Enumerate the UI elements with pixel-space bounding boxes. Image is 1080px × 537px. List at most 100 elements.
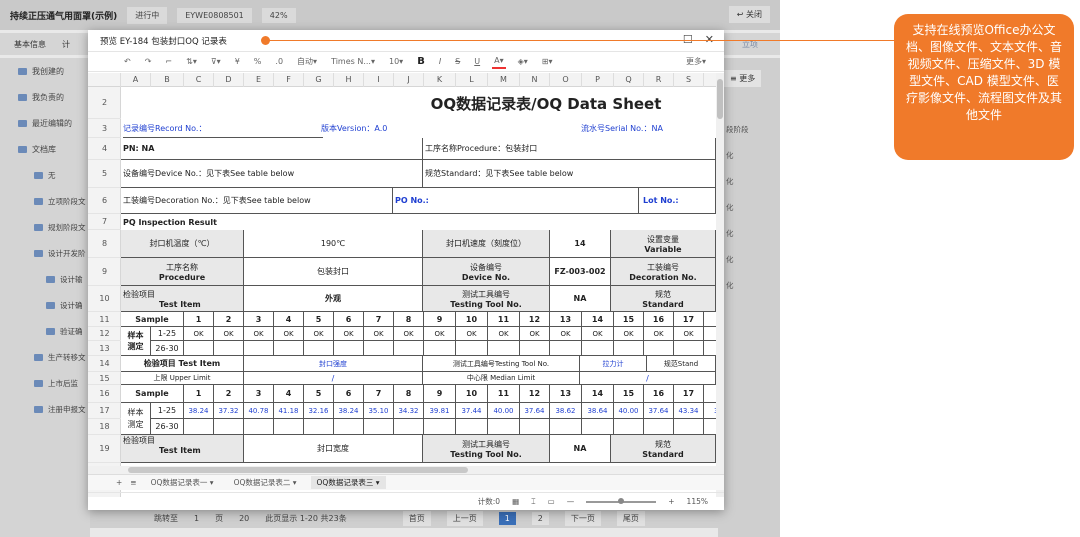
- width-tool-value[interactable]: NA: [550, 435, 611, 463]
- bg-sidebar-item[interactable]: 设计开发阶: [0, 240, 90, 266]
- r12-cell[interactable]: OK: [614, 327, 644, 341]
- percent-icon[interactable]: %: [252, 55, 264, 69]
- row-header[interactable]: 9: [88, 258, 121, 286]
- bg-tab-2[interactable]: 计: [62, 39, 70, 50]
- bg-first-page-button[interactable]: 首页: [402, 510, 431, 526]
- r13-cell[interactable]: [364, 341, 394, 356]
- column-header[interactable]: E: [244, 73, 274, 87]
- bg-next-page-button[interactable]: 下一页: [564, 510, 601, 526]
- r11-cell[interactable]: 2: [214, 312, 244, 327]
- bg-sidebar-item[interactable]: 设计确: [0, 292, 90, 318]
- r13-cell[interactable]: [704, 341, 716, 356]
- font-select[interactable]: Times N... ▾: [329, 55, 377, 69]
- row-header[interactable]: 10: [88, 286, 121, 312]
- italic-button[interactable]: I: [437, 55, 443, 69]
- r17-cell[interactable]: 37.64: [520, 403, 550, 419]
- row-header[interactable]: 18: [88, 419, 121, 435]
- r17-cell[interactable]: 34.32: [394, 403, 424, 419]
- procedure-value[interactable]: 包装封口: [244, 258, 423, 286]
- r18-cell[interactable]: [184, 419, 214, 435]
- r12-cell[interactable]: OK: [550, 327, 582, 341]
- lot-cell[interactable]: Lot No.:: [639, 188, 716, 214]
- r18-cell[interactable]: [550, 419, 582, 435]
- page-break-icon[interactable]: ⌶: [531, 497, 536, 507]
- bg-tab-info[interactable]: 基本信息: [14, 39, 46, 50]
- r18-cell[interactable]: [704, 419, 716, 435]
- bg-per-page-select[interactable]: 20: [239, 514, 249, 523]
- bg-page-1-button[interactable]: 1: [498, 511, 516, 525]
- r17-cell[interactable]: 38.62: [550, 403, 582, 419]
- sealer-speed-value[interactable]: 14: [550, 230, 611, 258]
- row-header[interactable]: 2: [88, 87, 121, 119]
- r17-cell[interactable]: 38.24: [184, 403, 214, 419]
- r17-cell[interactable]: 37.64: [644, 403, 674, 419]
- column-header[interactable]: D: [214, 73, 244, 87]
- r16-cell[interactable]: 15: [614, 385, 644, 403]
- bg-sidebar-item[interactable]: 立项阶段文: [0, 188, 90, 214]
- currency-icon[interactable]: ¥: [233, 55, 242, 69]
- bg-sidebar-item[interactable]: 注册申报文: [0, 396, 90, 422]
- strike-button[interactable]: S: [453, 55, 462, 69]
- vertical-scroll-thumb[interactable]: [717, 79, 723, 119]
- sheet-tab[interactable]: OQ数据记录表一 ▾: [145, 476, 220, 489]
- r12-cell[interactable]: OK: [274, 327, 304, 341]
- r13-cell[interactable]: [424, 341, 456, 356]
- r11-cell[interactable]: 14: [582, 312, 614, 327]
- r18-cell[interactable]: [614, 419, 644, 435]
- r16-cell[interactable]: 7: [364, 385, 394, 403]
- r18-cell[interactable]: [582, 419, 614, 435]
- redo-icon[interactable]: ↷: [143, 55, 154, 69]
- row-header[interactable]: 14: [88, 356, 121, 372]
- r12-cell[interactable]: OK: [184, 327, 214, 341]
- r16-cell[interactable]: 11: [488, 385, 520, 403]
- sheet-list-icon[interactable]: ≡: [130, 478, 136, 487]
- r16-cell[interactable]: 1: [184, 385, 214, 403]
- r17-cell[interactable]: 40.00: [614, 403, 644, 419]
- bg-page-2-button[interactable]: 2: [531, 511, 549, 525]
- r13-cell[interactable]: [214, 341, 244, 356]
- row-header[interactable]: 11: [88, 312, 121, 327]
- r16-cell[interactable]: 2: [214, 385, 244, 403]
- auto-format-select[interactable]: 自动 ▾: [295, 55, 319, 69]
- r18-cell[interactable]: [488, 419, 520, 435]
- column-header[interactable]: I: [364, 73, 394, 87]
- column-header[interactable]: C: [184, 73, 214, 87]
- r12-cell[interactable]: OK: [520, 327, 550, 341]
- bg-more-button[interactable]: ≡ 更多: [724, 70, 762, 87]
- seal-width[interactable]: 封口宽度: [244, 435, 423, 463]
- r18-cell[interactable]: [644, 419, 674, 435]
- r17-cell[interactable]: 32.16: [304, 403, 334, 419]
- seal-strength[interactable]: 封口强度: [244, 356, 423, 372]
- standard-cell[interactable]: 规范Standard：见下表See table below: [423, 160, 716, 188]
- column-header[interactable]: L: [456, 73, 488, 87]
- median-limit-value[interactable]: /: [580, 372, 716, 385]
- underline-button[interactable]: U: [472, 55, 482, 69]
- decimal-icon[interactable]: .0: [273, 55, 285, 69]
- r13-cell[interactable]: [550, 341, 582, 356]
- r16-cell[interactable]: 9: [424, 385, 456, 403]
- r13-cell[interactable]: [674, 341, 704, 356]
- bg-sidebar-item[interactable]: 规划阶段文: [0, 214, 90, 240]
- r18-cell[interactable]: [364, 419, 394, 435]
- r16-cell[interactable]: 14: [582, 385, 614, 403]
- r16-cell[interactable]: 1: [704, 385, 716, 403]
- r17-cell[interactable]: 35: [704, 403, 716, 419]
- r17-cell[interactable]: 35.10: [364, 403, 394, 419]
- horizontal-scroll-thumb[interactable]: [128, 467, 468, 473]
- device-cell[interactable]: 设备编号Device No.：见下表See table below: [121, 160, 423, 188]
- bg-sidebar-item[interactable]: 我创建的: [0, 58, 90, 84]
- r11-cell[interactable]: 10: [456, 312, 488, 327]
- r12-cell[interactable]: OK: [488, 327, 520, 341]
- r18-cell[interactable]: [424, 419, 456, 435]
- r18-cell[interactable]: [394, 419, 424, 435]
- row-header[interactable]: 8: [88, 230, 121, 258]
- r11-cell[interactable]: 5: [304, 312, 334, 327]
- bg-sidebar-item[interactable]: 我负责的: [0, 84, 90, 110]
- row-header[interactable]: 3: [88, 119, 121, 138]
- column-header[interactable]: S: [674, 73, 704, 87]
- r13-cell[interactable]: [274, 341, 304, 356]
- r11-cell[interactable]: 3: [244, 312, 274, 327]
- row-header[interactable]: 15: [88, 372, 121, 385]
- r11-cell[interactable]: 11: [488, 312, 520, 327]
- row-header[interactable]: 13: [88, 341, 121, 356]
